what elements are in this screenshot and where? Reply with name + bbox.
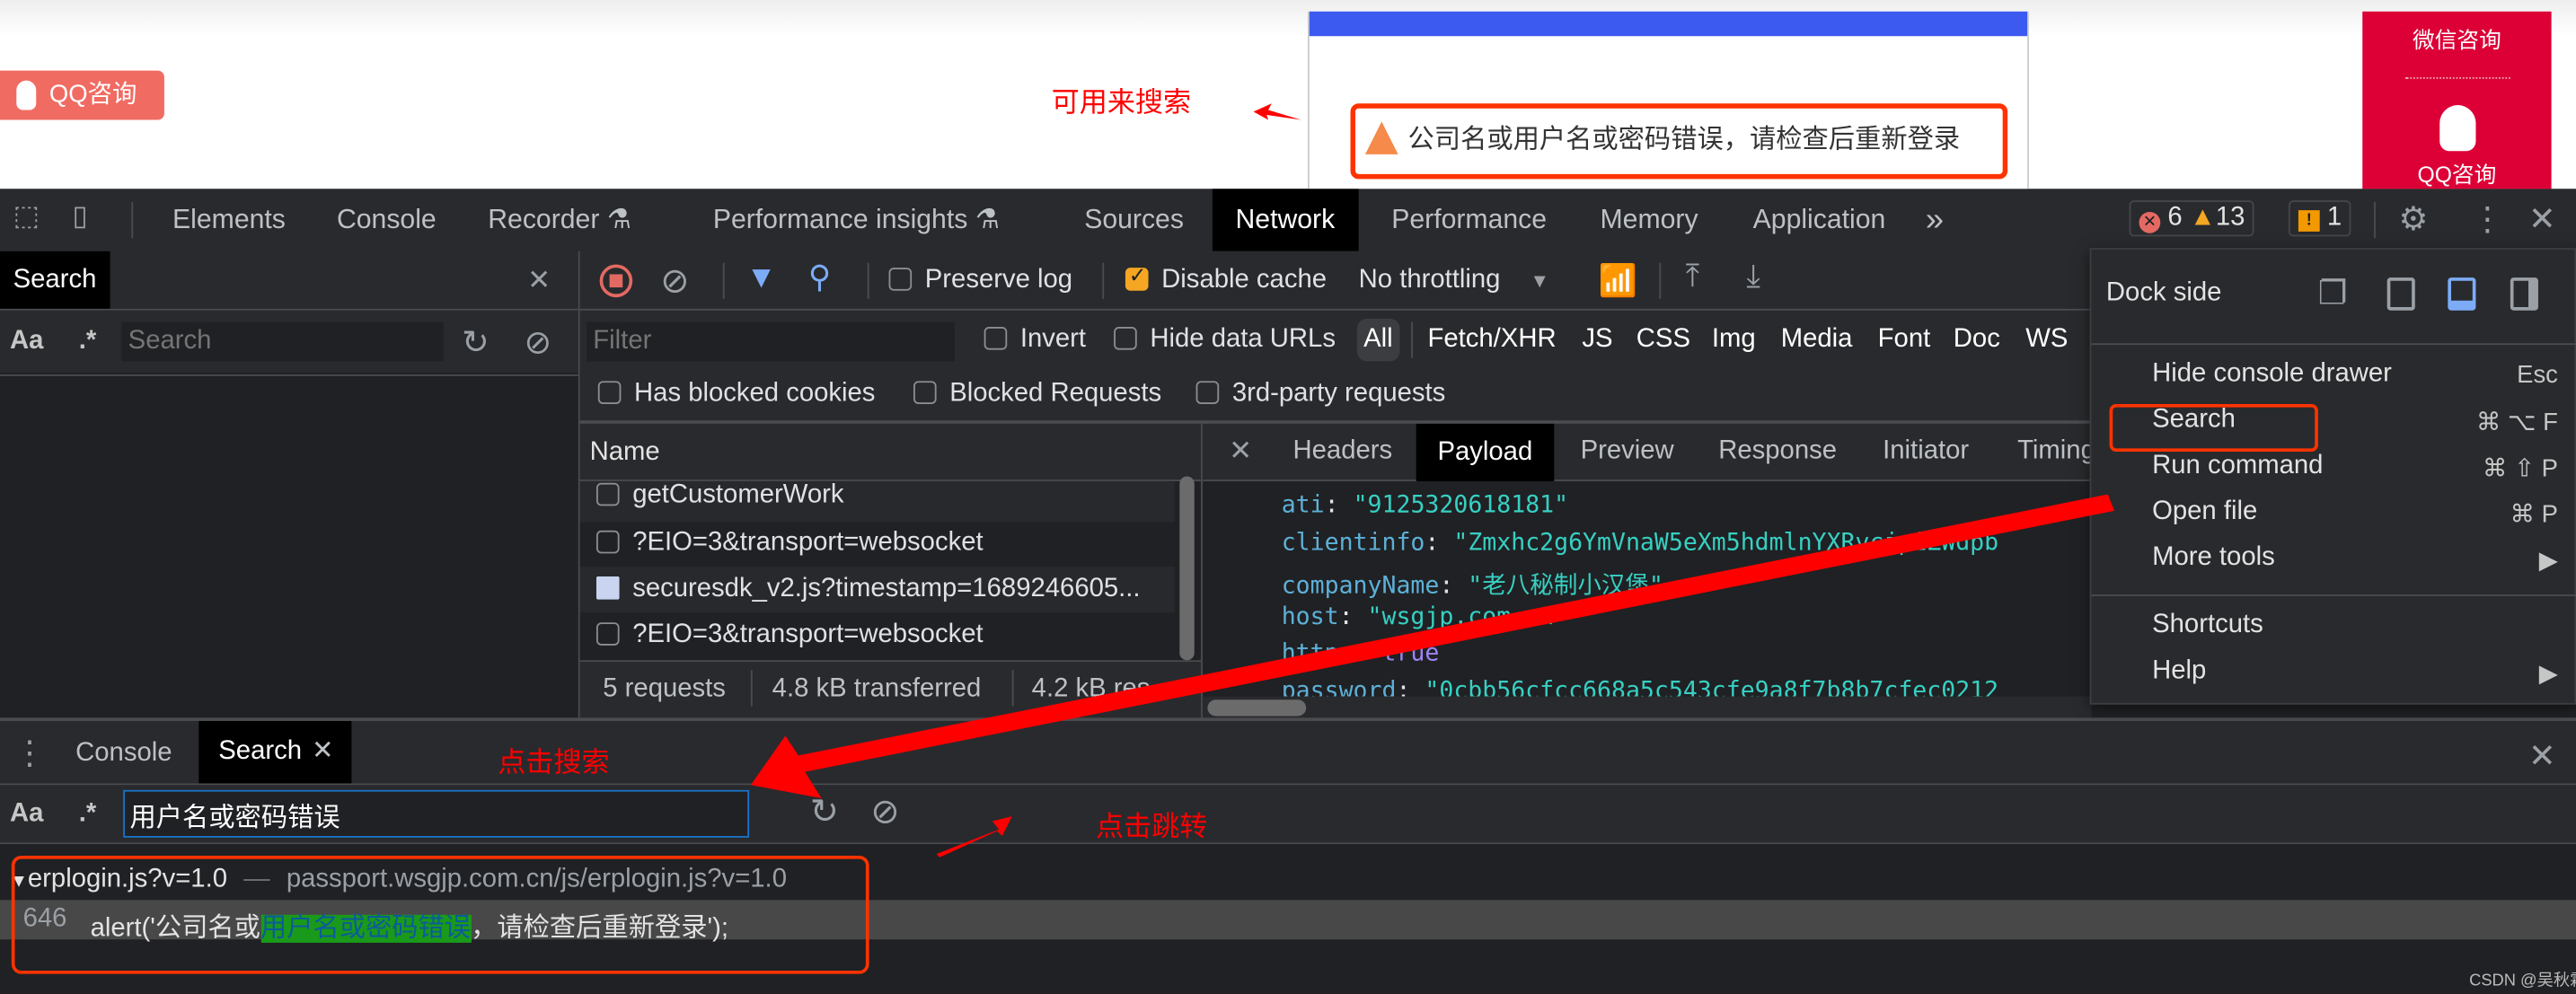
annotation-arrows bbox=[750, 103, 2115, 858]
small-arrow-search bbox=[1253, 103, 1301, 120]
small-arrow-jump bbox=[936, 816, 1012, 858]
big-red-arrow bbox=[750, 494, 2115, 798]
